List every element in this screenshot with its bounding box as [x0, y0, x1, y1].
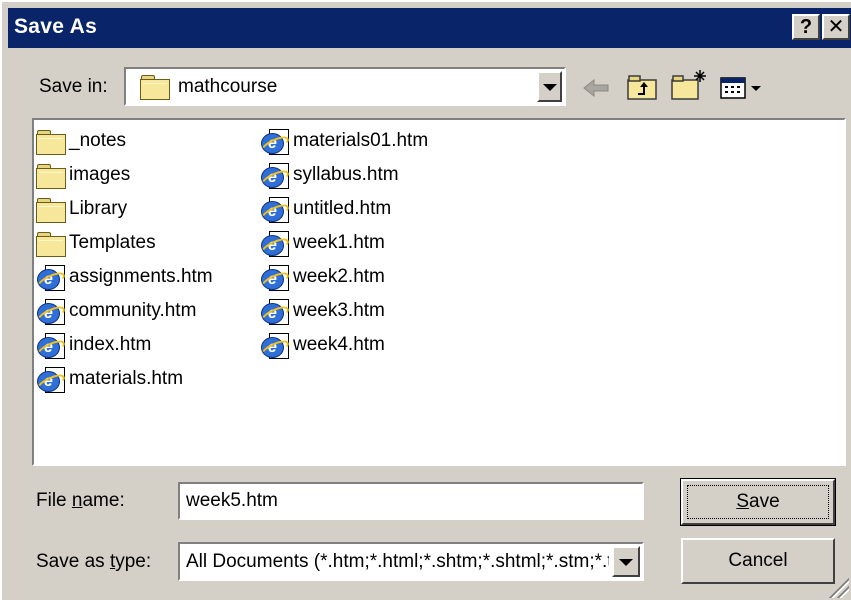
html-file-icon: e: [258, 264, 292, 293]
folder-item[interactable]: Library: [36, 194, 127, 224]
folder-item[interactable]: Templates: [36, 228, 156, 258]
html-file-icon: e: [258, 162, 292, 191]
save-in-value: mathcourse: [178, 76, 278, 97]
item-label: Library: [69, 198, 128, 219]
file-item[interactable]: e syllabus.htm: [258, 160, 399, 191]
chevron-down-icon: [542, 83, 557, 91]
save-as-type-dropdown[interactable]: All Documents (*.htm;*.html;*.shtm;*.sht…: [178, 542, 644, 581]
title-bar[interactable]: Save As ? ✕: [8, 8, 851, 48]
up-folder-icon[interactable]: [626, 72, 658, 102]
file-item[interactable]: e week4.htm: [258, 330, 385, 361]
html-file-icon: e: [258, 298, 292, 327]
item-label: week4.htm: [293, 334, 385, 355]
html-file-icon: e: [34, 332, 68, 361]
item-label: week1.htm: [293, 232, 385, 253]
item-label: materials01.htm: [293, 130, 429, 151]
html-file-icon: e: [258, 230, 292, 259]
resize-grip[interactable]: [829, 578, 849, 598]
item-label: community.htm: [69, 300, 197, 321]
file-item[interactable]: e index.htm: [34, 330, 152, 361]
item-label: Templates: [69, 232, 156, 253]
save-in-label: Save in:: [39, 76, 108, 97]
html-file-icon: e: [34, 298, 68, 327]
save-as-type-dropdown-button[interactable]: [612, 546, 640, 577]
html-file-icon: e: [258, 332, 292, 361]
item-label: _notes: [69, 130, 127, 151]
save-in-dropdown[interactable]: mathcourse: [124, 67, 566, 106]
file-item[interactable]: e untitled.htm: [258, 194, 392, 225]
save-as-type-value: All Documents (*.htm;*.html;*.shtm;*.sht…: [186, 551, 609, 572]
focus-rectangle: [687, 485, 829, 519]
html-file-icon: e: [258, 196, 292, 225]
item-label: syllabus.htm: [293, 164, 399, 185]
cancel-button-label: Cancel: [728, 550, 788, 571]
new-folder-icon[interactable]: [670, 68, 708, 102]
close-button[interactable]: ✕: [822, 14, 850, 40]
folder-item[interactable]: _notes: [36, 126, 126, 156]
save-as-dialog: Save As ? ✕ Save in: mathcourse _notes i…: [0, 0, 851, 600]
item-label: untitled.htm: [293, 198, 392, 219]
chevron-down-icon: [619, 558, 633, 566]
dialog-title: Save As: [14, 15, 98, 38]
folder-icon: [36, 196, 66, 223]
save-as-type-label: Save as type:: [36, 551, 152, 572]
item-label: materials.htm: [69, 368, 184, 389]
file-item[interactable]: e assignments.htm: [34, 262, 213, 293]
back-arrow-icon[interactable]: [582, 78, 612, 98]
file-item[interactable]: e week1.htm: [258, 228, 385, 259]
view-menu-icon[interactable]: [719, 76, 767, 100]
file-item[interactable]: e community.htm: [34, 296, 197, 327]
folder-icon: [36, 162, 66, 189]
item-label: images: [69, 164, 131, 185]
open-folder-icon: [140, 75, 170, 100]
item-label: week2.htm: [293, 266, 385, 287]
save-in-dropdown-button[interactable]: [537, 71, 562, 102]
file-item[interactable]: e materials01.htm: [258, 126, 429, 157]
folder-icon: [36, 230, 66, 257]
item-label: week3.htm: [293, 300, 385, 321]
folder-icon: [36, 128, 66, 155]
html-file-icon: e: [258, 128, 292, 157]
file-item[interactable]: e week3.htm: [258, 296, 385, 327]
help-button[interactable]: ?: [792, 14, 820, 40]
folder-item[interactable]: images: [36, 160, 130, 190]
item-label: index.htm: [69, 334, 152, 355]
file-name-label: File name:: [36, 490, 125, 511]
html-file-icon: e: [34, 264, 68, 293]
save-button[interactable]: Save: [680, 478, 836, 526]
file-item[interactable]: e week2.htm: [258, 262, 385, 293]
file-name-input[interactable]: [182, 486, 645, 516]
html-file-icon: e: [34, 366, 68, 395]
file-list[interactable]: _notes images Library Templates e assignments…: [32, 118, 846, 466]
cancel-button[interactable]: Cancel: [681, 538, 835, 584]
item-label: assignments.htm: [69, 266, 213, 287]
file-item[interactable]: e materials.htm: [34, 364, 184, 395]
file-name-input-box[interactable]: [178, 482, 645, 520]
